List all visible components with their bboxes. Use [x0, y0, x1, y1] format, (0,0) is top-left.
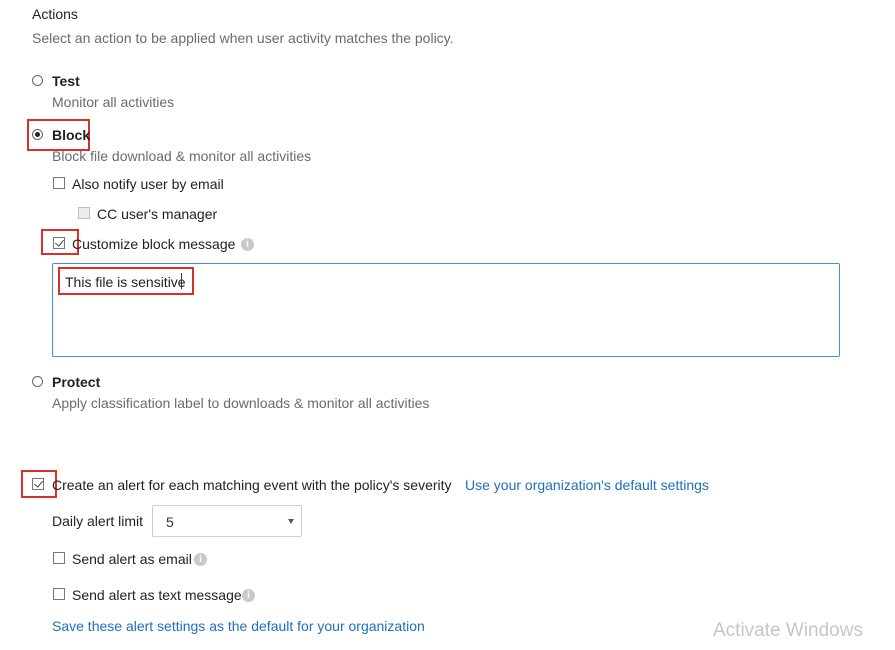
daily-limit-select[interactable]: 5	[152, 505, 302, 537]
send-text-label[interactable]: Send alert as text message	[72, 587, 242, 603]
create-alert-checkbox[interactable]	[32, 478, 44, 490]
block-radio[interactable]	[32, 129, 43, 140]
text-cursor	[181, 273, 182, 289]
cc-manager-checkbox[interactable]	[78, 207, 90, 219]
test-description: Monitor all activities	[52, 94, 175, 110]
default-settings-link[interactable]: Use your organization's default settings	[465, 477, 709, 493]
customize-message-label[interactable]: Customize block message	[72, 236, 235, 252]
create-alert-label[interactable]: Create an alert for each matching event …	[52, 477, 452, 493]
daily-limit-label: Daily alert limit	[52, 513, 144, 529]
test-label[interactable]: Test	[52, 73, 80, 89]
chevron-down-icon	[288, 519, 294, 524]
activate-windows-watermark: Activate Windows	[713, 620, 863, 641]
notify-email-label[interactable]: Also notify user by email	[72, 176, 224, 192]
actions-subtitle: Select an action to be applied when user…	[32, 30, 454, 46]
send-email-label[interactable]: Send alert as email	[72, 551, 192, 567]
block-description: Block file download & monitor all activi…	[52, 148, 312, 164]
notify-email-checkbox[interactable]	[53, 177, 65, 189]
send-email-info-icon[interactable]: i	[194, 553, 207, 566]
save-default-link[interactable]: Save these alert settings as the default…	[52, 618, 425, 634]
block-label[interactable]: Block	[52, 127, 90, 143]
send-email-checkbox[interactable]	[53, 552, 65, 564]
protect-label[interactable]: Protect	[52, 374, 100, 390]
protect-radio[interactable]	[32, 376, 43, 387]
cc-manager-label[interactable]: CC user's manager	[97, 206, 217, 222]
send-text-info-icon[interactable]: i	[242, 589, 255, 602]
customize-info-icon[interactable]: i	[241, 238, 254, 251]
customize-message-checkbox[interactable]	[53, 237, 65, 249]
protect-description: Apply classification label to downloads …	[52, 395, 430, 411]
send-text-checkbox[interactable]	[53, 588, 65, 600]
block-message-text: This file is sensitive	[65, 274, 186, 290]
actions-title: Actions	[32, 6, 78, 22]
test-radio[interactable]	[32, 75, 43, 86]
daily-limit-value: 5	[166, 514, 174, 530]
